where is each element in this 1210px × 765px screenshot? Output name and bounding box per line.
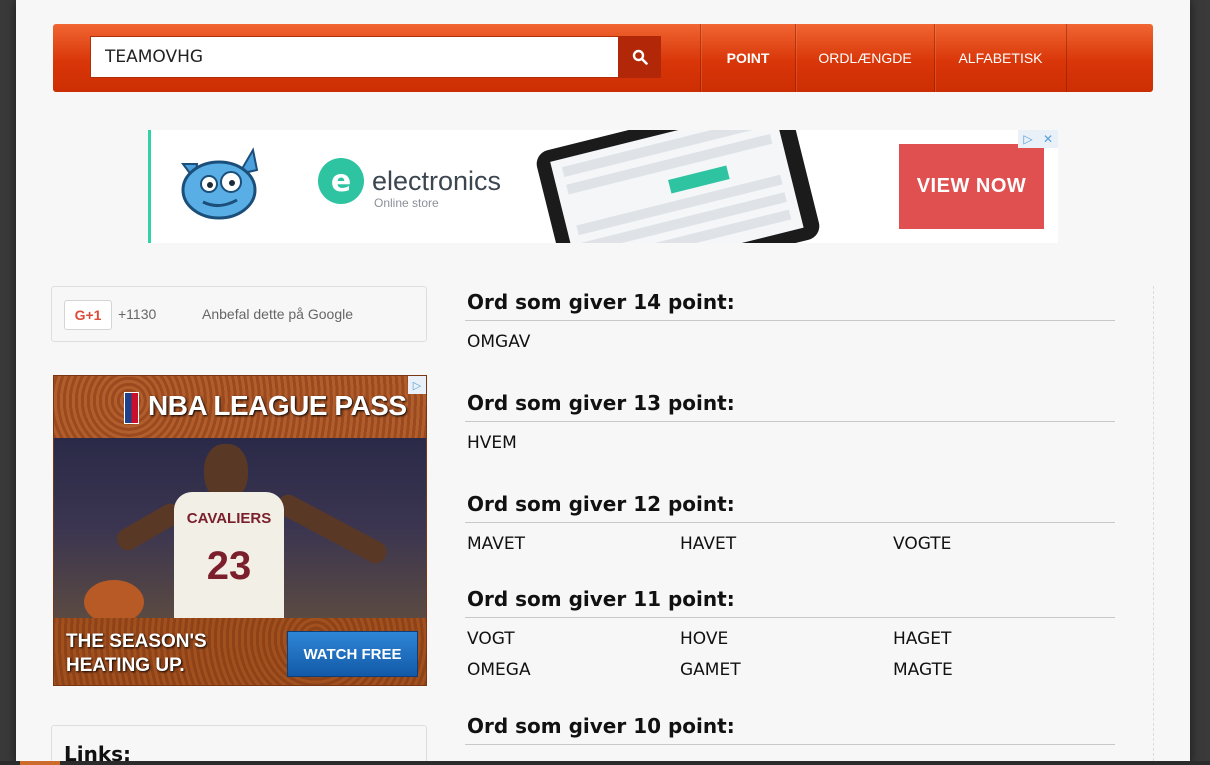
taskbar-edge <box>0 761 1210 765</box>
search-icon <box>632 49 648 65</box>
electronics-logo-icon: e <box>318 158 364 204</box>
watch-free-button[interactable]: WATCH FREE <box>287 631 418 677</box>
word-item[interactable]: HAGET <box>893 624 1106 655</box>
column-divider <box>1153 286 1154 765</box>
word-item[interactable]: HAVET <box>680 529 893 560</box>
result-group-13: Ord som giver 13 point: HVEM <box>465 389 1115 459</box>
nav-alfabetisk[interactable]: ALFABETISK <box>934 24 1066 92</box>
word-item[interactable]: VOGTE <box>893 529 1106 560</box>
nav-ordlaengde[interactable]: ORDLÆNGDE <box>795 24 934 92</box>
banner-subtitle: Online store <box>374 196 439 210</box>
word-item[interactable]: HOVE <box>680 624 893 655</box>
tablet-image <box>533 130 823 243</box>
word-item[interactable]: MAGTE <box>893 655 1106 686</box>
links-widget: Links: <box>51 725 427 765</box>
nba-ad-footer: THE SEASON'S HEATING UP. WATCH FREE <box>54 618 426 685</box>
view-now-button[interactable]: VIEW NOW <box>899 144 1044 229</box>
page: POINT ORDLÆNGDE ALFABETISK e electronics… <box>16 0 1190 765</box>
nba-ad-title: NBA LEAGUE PASS <box>148 390 407 421</box>
word-item[interactable]: MAVET <box>467 529 680 560</box>
google-plus-widget: G+1 +1130 Anbefal dette på Google <box>51 286 427 342</box>
word-item[interactable]: VOGT <box>467 624 680 655</box>
result-heading: Ord som giver 11 point: <box>465 585 1115 618</box>
word-item[interactable]: HVEM <box>467 428 680 459</box>
nav-divider <box>1066 24 1067 92</box>
sort-nav: POINT ORDLÆNGDE ALFABETISK <box>700 24 1067 92</box>
google-plus-one-button[interactable]: G+1 <box>64 300 112 330</box>
nba-ad-header: NBA LEAGUE PASS <box>54 376 426 438</box>
adchoices-icon[interactable]: ▷ <box>1018 130 1038 148</box>
result-heading: Ord som giver 10 point: <box>465 712 1115 745</box>
word-item[interactable]: GAMET <box>680 655 893 686</box>
results-list: Ord som giver 14 point: OMGAV Ord som gi… <box>465 288 1115 765</box>
result-heading: Ord som giver 12 point: <box>465 490 1115 523</box>
jersey-number: 23 <box>206 544 252 588</box>
nba-league-pass-ad[interactable]: NBA LEAGUE PASS ▷ CAVALIERS 23 THE SEASO… <box>53 375 427 686</box>
result-group-14: Ord som giver 14 point: OMGAV <box>465 288 1115 358</box>
banner-stripe <box>148 130 151 243</box>
top-navigation-bar: POINT ORDLÆNGDE ALFABETISK <box>53 24 1153 92</box>
nav-point[interactable]: POINT <box>700 24 795 92</box>
nba-ad-tagline: THE SEASON'S HEATING UP. <box>66 631 207 676</box>
ad-choices: ▷ ✕ <box>1018 130 1058 148</box>
google-plus-text: Anbefal dette på Google <box>202 306 354 322</box>
taskbar-accent <box>20 761 60 765</box>
banner-brand: electronics <box>372 166 502 196</box>
result-heading: Ord som giver 14 point: <box>465 288 1115 321</box>
search-box <box>90 36 661 78</box>
basketball-player-image: CAVALIERS 23 <box>54 438 426 624</box>
word-item[interactable]: OMEGA <box>467 655 680 686</box>
result-group-11: Ord som giver 11 point: VOGT HOVE HAGET … <box>465 585 1115 686</box>
close-icon[interactable]: ✕ <box>1038 130 1058 148</box>
result-group-12: Ord som giver 12 point: MAVET HAVET VOGT… <box>465 490 1115 560</box>
jersey-text: CAVALIERS <box>186 510 272 527</box>
search-input[interactable] <box>91 37 660 77</box>
result-heading: Ord som giver 13 point: <box>465 389 1115 422</box>
nba-logo-icon <box>124 392 139 424</box>
adchoices-icon[interactable]: ▷ <box>408 376 426 394</box>
electronics-banner-ad[interactable]: e electronics Online store VIEW NOW ▷ ✕ <box>148 130 1058 243</box>
word-item[interactable]: OMGAV <box>467 327 680 358</box>
google-plus-count: +1130 <box>118 306 157 322</box>
search-button[interactable] <box>618 36 661 78</box>
monster-mascot-icon <box>181 147 259 220</box>
result-group-10: Ord som giver 10 point: <box>465 712 1115 745</box>
